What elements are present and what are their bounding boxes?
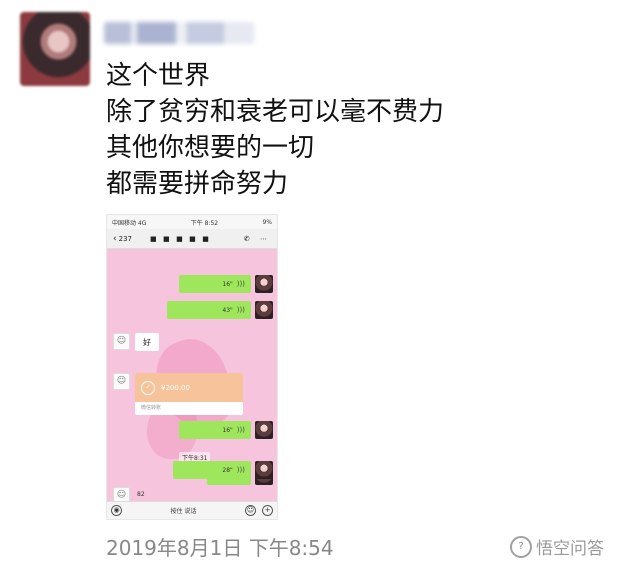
sender-avatar [255, 461, 273, 479]
transfer-note: 微信转账 [141, 405, 162, 411]
voice-message: 43"))) [167, 301, 251, 319]
emoji-icon: ☺ [245, 505, 256, 516]
voice-message: 16"))) [179, 275, 251, 293]
chat-screenshot-image[interactable]: 中国移动 4G 下午 8:52 9% ‹ 237 ■ ■ ■ ■ ■ ✆ ⋯ 1… [106, 214, 278, 520]
transfer-amount: ¥200.00 [161, 383, 190, 392]
watermark-text: 悟空问答 [536, 539, 604, 559]
post-line: 这个世界 [106, 61, 211, 91]
voice-mode-icon: ◉ [111, 505, 122, 516]
plus-icon: + [262, 505, 273, 516]
message-text: 好 [135, 333, 159, 351]
receiver-avatar: ☺ [113, 373, 130, 390]
wukong-logo-icon: ? [510, 535, 532, 558]
voice-wave-icon: ))) [236, 280, 245, 288]
sender-avatar [255, 421, 273, 439]
voice-wave-icon: ))) [236, 306, 245, 314]
post-line: 除了贫穷和衰老可以毫不费力 [106, 97, 445, 127]
receiver-avatar: ☺ [113, 333, 130, 350]
post-line: 其他你想要的一切 [106, 133, 315, 163]
back-count: 237 [118, 234, 132, 243]
text-message: 好 [135, 333, 159, 351]
back-arrow-icon: ‹ [113, 233, 117, 244]
carrier: 中国移动 4G [112, 219, 147, 227]
chat-input-bar: ◉ 按住 说话 ☺ + [107, 501, 277, 519]
sender-avatar [255, 275, 273, 293]
post-text: 这个世界 除了贫穷和衰老可以毫不费力 其他你想要的一切 都需要拼命努力 [106, 58, 444, 202]
voice-wave-icon: ))) [236, 426, 245, 434]
phone-status-bar: 中国移动 4G 下午 8:52 9% [107, 215, 277, 229]
voice-duration: 43" [222, 306, 233, 314]
chat-title-masked: ■ ■ ■ ■ ■ [149, 234, 211, 243]
partial-message: 82 [137, 491, 145, 498]
phone-time: 下午 8:52 [190, 219, 219, 227]
chat-nav-bar: ‹ 237 ■ ■ ■ ■ ■ ✆ ⋯ [107, 229, 277, 249]
battery: 9% [262, 218, 272, 226]
voice-message: 28"))) [173, 461, 251, 479]
post-line: 都需要拼命努力 [106, 169, 289, 199]
author-avatar[interactable] [20, 12, 90, 86]
chat-more-icon: ✆ ⋯ [243, 234, 271, 243]
sender-avatar [255, 301, 273, 319]
hold-to-talk-button: 按住 说话 [170, 508, 197, 515]
transfer-card: ✓ ¥200.00 微信转账 [135, 373, 243, 415]
voice-duration: 16" [222, 280, 233, 288]
voice-message: 16"))) [179, 421, 251, 439]
post-timestamp: 2019年8月1日 下午8:54 [106, 536, 334, 560]
voice-wave-icon: ))) [236, 466, 245, 474]
voice-duration: 16" [222, 426, 233, 434]
watermark: ? 悟空问答 [510, 534, 604, 559]
check-icon: ✓ [141, 380, 155, 395]
author-name-blurred[interactable] [104, 22, 254, 44]
voice-duration: 28" [222, 466, 233, 474]
